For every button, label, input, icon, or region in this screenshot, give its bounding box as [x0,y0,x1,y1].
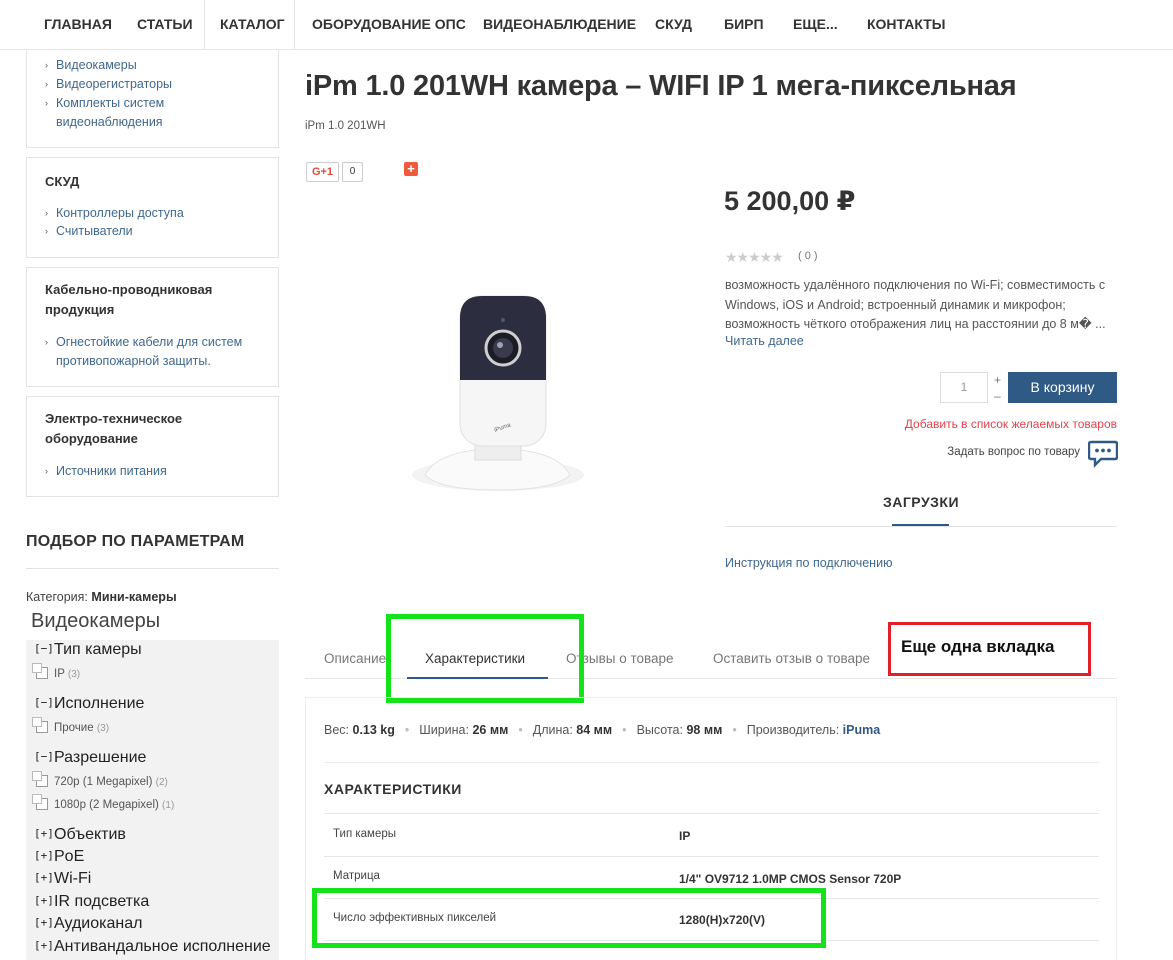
product-title: iPm 1.0 201WH камера – WIFI IP 1 мега-пи… [305,70,1017,102]
filter-group-wifi[interactable]: [+]Wi-Fi [34,870,91,888]
sidebar-link-fire-cables-cont[interactable]: противопожарной защиты. [56,352,211,371]
sidebar-title-cable-cont: продукция [45,302,115,317]
sidebar-link-kits[interactable]: › Комплекты систем [45,94,164,113]
spec-value: IP [679,829,691,843]
bullet-icon: › [45,98,48,108]
download-instruction-link[interactable]: Инструкция по подключению [725,556,892,570]
sidebar-link-cameras[interactable]: › Видеокамеры [45,56,137,75]
filter-option-other[interactable]: Прочие (3) [32,717,109,734]
sidebar-link-readers[interactable]: › Считыватели [45,222,133,241]
downloads-tab[interactable]: ЗАГРУЗКИ [725,494,1117,510]
checkbox[interactable] [32,717,48,733]
sidebar-title-cable: Кабельно-проводниковая [45,282,213,297]
product-attributes: Вес: 0.13 kg • Ширина: 26 мм • Длина: 84 мм •… [324,723,881,737]
rating-stars-icon: ★★★★★ [725,249,784,265]
nav-contacts[interactable]: КОНТАКТЫ [867,0,945,50]
checkbox[interactable] [32,771,48,787]
filter-category-heading: Видеокамеры [31,610,161,632]
nav-home[interactable]: ГЛАВНАЯ [44,0,112,50]
nav-birp[interactable]: БИРП [724,0,764,50]
filter-group-resolution[interactable]: [−]Разрешение [34,749,146,767]
sidebar-link-kits-cont[interactable]: видеонаблюдения [56,113,163,132]
sidebar-link-power[interactable]: › Источники питания [45,462,167,481]
add-to-cart-button[interactable]: В корзину [1008,372,1117,403]
filter-divider [26,568,279,569]
read-more-link[interactable]: Читать далее [725,334,804,348]
chat-bubble-icon[interactable] [1088,438,1118,468]
sidebar-box-cable: Кабельно-проводниковая продукция › Огнест… [26,267,279,387]
nav-ops[interactable]: ОБОРУДОВАНИЕ ОПС [312,0,466,50]
downloads-divider [725,526,1117,527]
sidebar-link-fire-cables[interactable]: › Огнестойкие кабели для систем [45,333,242,352]
bullet-icon: › [45,466,48,476]
product-sku: iPm 1.0 201WH [305,120,386,132]
filter-group-lens[interactable]: [+]Объектив [34,826,126,844]
filter-group-ir[interactable]: [+]IR подсветка [34,893,149,911]
checkbox[interactable] [32,663,48,679]
bullet-icon: › [45,60,48,70]
sidebar-link-controllers[interactable]: › Контроллеры доступа [45,204,184,223]
gplus-count: 0 [342,162,363,182]
filter-group-poe[interactable]: [+]PoE [34,848,84,866]
highlight-box-pixels-row [312,888,826,948]
quantity-minus-button[interactable]: – [994,389,1001,403]
add-to-wishlist-link[interactable]: Добавить в список желаемых товаров [905,417,1117,431]
sidebar-box-electro: Электро-техническое оборудование › Источн… [26,396,279,497]
bullet-icon: › [45,226,48,236]
filter-title: ПОДБОР ПО ПАРАМЕТРАМ [26,533,245,550]
nav-more[interactable]: ЕЩЕ... [793,0,838,50]
filter-option-720p[interactable]: 720p (1 Megapixel) (2) [32,771,168,788]
spec-row-divider [324,856,1099,857]
highlight-box-specs-tab [386,614,584,703]
ask-question-link[interactable]: Задать вопрос по товару [947,446,1080,458]
add-share-icon[interactable]: + [404,162,418,176]
nav-articles[interactable]: СТАТЬИ [137,0,193,50]
spec-divider [324,762,1099,763]
product-image[interactable]: iPuma [405,290,585,500]
nav-separator [294,0,295,50]
spec-key: Матрица [333,870,380,882]
quantity-plus-button[interactable]: + [994,373,1001,387]
filter-category: Категория: Мини-камеры [26,590,177,604]
bullet-icon: › [45,208,48,218]
annotation-label: Еще одна вкладка [901,637,1055,656]
checkbox[interactable] [32,794,48,810]
bullet-icon: › [45,337,48,347]
sidebar-title-electro: Электро-техническое [45,411,183,426]
spec-row-divider [324,813,1099,814]
filter-group-vandal[interactable]: [+]Антивандальное исполнение [34,938,271,956]
nav-skud[interactable]: СКУД [655,0,692,50]
filter-group-execution[interactable]: [−]Исполнение [34,695,144,713]
gplus-button[interactable]: G+1 [306,162,339,182]
filter-group-audio[interactable]: [+]Аудиоканал [34,915,142,933]
tab-description[interactable]: Описание [324,651,386,666]
bullet-icon: › [45,79,48,89]
filter-option-1080p[interactable]: 1080p (2 Megapixel) (1) [32,794,174,811]
sidebar-box-video: › Видеокамеры › Видеорегистраторы › Комплек… [26,50,279,148]
specs-heading: ХАРАКТЕРИСТИКИ [324,781,462,797]
nav-video[interactable]: ВИДЕОНАБЛЮДЕНИЕ [483,0,636,50]
tab-write-review[interactable]: Оставить отзыв о товаре [713,651,870,666]
rating-count: ( 0 ) [798,250,818,262]
sidebar-title-skud: СКУД [45,174,80,189]
quantity-input[interactable]: 1 [940,372,988,403]
filter-option-ip[interactable]: IP (3) [32,663,80,680]
filter-group-camera-type[interactable]: [−]Тип камеры [34,641,142,659]
product-short-description: возможность удалённого подключения по Wi… [725,278,1106,331]
sidebar-title-electro-cont: оборудование [45,431,138,446]
sidebar-box-skud: СКУД › Контроллеры доступа › Считыватели [26,157,279,258]
sidebar-link-recorders[interactable]: › Видеорегистраторы [45,75,172,94]
top-navigation: ГЛАВНАЯ СТАТЬИ КАТАЛОГ ОБОРУДОВАНИЕ ОПС … [0,0,1173,50]
product-price: 5 200,00 ₽ [724,186,856,216]
nav-catalog[interactable]: КАТАЛОГ [220,0,285,50]
manufacturer-link[interactable]: iPuma [843,723,881,737]
spec-key: Тип камеры [333,828,397,840]
spec-value: 1/4" OV9712 1.0MP CMOS Sensor 720P [679,872,902,886]
nav-separator [204,0,205,50]
